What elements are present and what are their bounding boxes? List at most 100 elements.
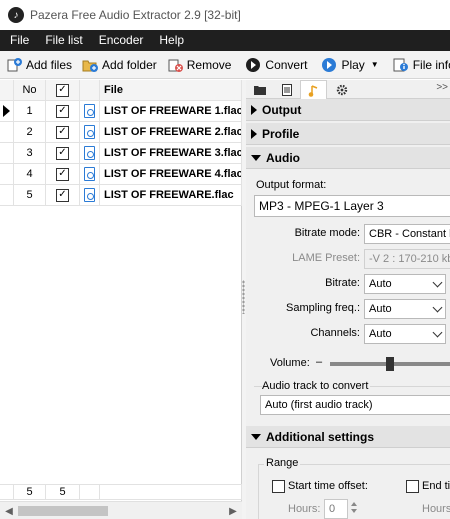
channels-select[interactable]: Auto	[364, 324, 446, 344]
settings-panel: >> Output Profile Audio Output format: M…	[246, 80, 450, 519]
table-row[interactable]: 4 ✓ LIST OF FREEWARE 4.flac	[0, 164, 242, 185]
tab-document[interactable]	[273, 80, 300, 99]
stepper-down-icon[interactable]	[351, 509, 357, 513]
lame-preset-select[interactable]: -V 2 : 170-210 kbi	[364, 249, 450, 269]
document-icon	[281, 83, 292, 96]
row-indicator	[0, 101, 14, 122]
audio-file-icon	[84, 167, 95, 181]
music-note-icon	[308, 84, 317, 97]
row-checkbox[interactable]: ✓	[56, 188, 69, 202]
bitrate-value: Auto	[369, 278, 392, 290]
scroll-right-icon[interactable]: ▶	[226, 504, 240, 518]
scrollbar-thumb[interactable]	[18, 506, 108, 516]
row-icon-cell	[80, 143, 100, 164]
file-info-button[interactable]: File info	[389, 53, 450, 77]
row-file-name: LIST OF FREEWARE 1.flac	[100, 101, 242, 122]
output-format-label: Output format:	[256, 179, 327, 191]
header-file[interactable]: File	[100, 80, 242, 101]
header-no[interactable]: No	[14, 80, 46, 101]
remove-label: Remove	[186, 57, 232, 72]
chevron-down-icon[interactable]: ▼	[371, 60, 379, 69]
convert-label: Convert	[265, 57, 308, 72]
menu-bar: File File list Encoder Help	[0, 30, 450, 51]
add-files-button[interactable]: Add files	[2, 53, 76, 77]
tab-audio[interactable]	[300, 80, 327, 100]
hours-label-end: Hours	[422, 503, 450, 515]
horizontal-scrollbar[interactable]: ◀ ▶	[0, 501, 242, 519]
audio-file-icon	[84, 146, 95, 160]
row-check-cell: ✓	[46, 164, 80, 185]
convert-button[interactable]: Convert	[241, 53, 311, 77]
row-file-name: LIST OF FREEWARE 3.flac	[100, 143, 242, 164]
hours-stepper[interactable]	[349, 499, 359, 519]
chevron-down-icon	[432, 327, 443, 338]
row-indicator	[0, 143, 14, 164]
remove-button[interactable]: Remove	[163, 53, 236, 77]
add-folder-icon	[82, 57, 99, 73]
table-row[interactable]: 2 ✓ LIST OF FREEWARE 2.flac	[0, 122, 242, 143]
start-offset-checkbox[interactable]	[272, 480, 285, 493]
row-no: 5	[14, 185, 46, 206]
table-row[interactable]: 1 ✓ LIST OF FREEWARE 1.flac	[0, 101, 242, 122]
volume-slider-thumb[interactable]	[386, 357, 394, 371]
tab-settings[interactable]	[328, 80, 355, 99]
file-info-icon	[393, 57, 409, 73]
section-audio-label: Audio	[266, 150, 300, 165]
audio-file-icon	[84, 125, 95, 139]
bitrate-select[interactable]: Auto	[364, 274, 446, 294]
end-time-label[interactable]: End ti	[422, 480, 450, 492]
row-checkbox[interactable]: ✓	[56, 104, 69, 118]
section-output[interactable]: Output	[246, 99, 450, 121]
end-time-checkbox[interactable]	[406, 480, 419, 493]
header-check-all[interactable]: ✓	[46, 80, 80, 101]
table-row[interactable]: 3 ✓ LIST OF FREEWARE 3.flac	[0, 143, 242, 164]
add-folder-button[interactable]: Add folder	[78, 53, 161, 77]
footer-icon-cell	[80, 484, 100, 500]
bitrate-mode-select[interactable]: CBR - Constant b	[364, 224, 450, 244]
footer-checked-count: 5	[46, 484, 80, 500]
section-audio[interactable]: Audio	[246, 147, 450, 169]
collapse-icon	[251, 433, 261, 440]
scroll-left-icon[interactable]: ◀	[2, 504, 16, 518]
start-offset-label[interactable]: Start time offset:	[288, 480, 368, 492]
file-info-label: File info	[412, 57, 450, 72]
folder-icon	[253, 85, 266, 95]
menu-encoder[interactable]: Encoder	[91, 30, 152, 51]
stepper-up-icon[interactable]	[351, 502, 357, 506]
section-additional-settings[interactable]: Additional settings	[246, 426, 450, 448]
audio-file-icon	[84, 104, 95, 118]
toolbar: Add files Add folder Remove Convert Play…	[0, 51, 450, 79]
tabs-more-icon[interactable]: >>	[436, 82, 448, 93]
row-file-name: LIST OF FREEWARE 4.flac	[100, 164, 242, 185]
row-checkbox[interactable]: ✓	[56, 125, 69, 139]
add-files-icon	[6, 57, 22, 73]
section-profile[interactable]: Profile	[246, 123, 450, 145]
sampling-freq-value: Auto	[369, 303, 392, 315]
menu-file-list[interactable]: File list	[37, 30, 90, 51]
volume-minus-icon: –	[316, 356, 323, 368]
app-music-icon: ♪	[8, 7, 24, 23]
output-format-select[interactable]: MP3 - MPEG-1 Layer 3	[254, 195, 450, 217]
tab-folder[interactable]	[246, 80, 273, 99]
row-file-name: LIST OF FREEWARE 2.flac	[100, 122, 242, 143]
audio-track-select[interactable]: Auto (first audio track)	[260, 395, 450, 415]
hours-input[interactable]: 0	[324, 499, 348, 519]
row-checkbox[interactable]: ✓	[56, 167, 69, 181]
check-all-checkbox[interactable]: ✓	[56, 83, 69, 97]
row-checkbox[interactable]: ✓	[56, 146, 69, 160]
row-icon-cell	[80, 122, 100, 143]
hours-label: Hours:	[288, 503, 321, 515]
row-indicator	[0, 122, 14, 143]
splitter-grip	[242, 280, 245, 314]
table-row[interactable]: 5 ✓ LIST OF FREEWARE.flac	[0, 185, 242, 206]
row-icon-cell	[80, 101, 100, 122]
footer-file-cell	[100, 484, 242, 500]
menu-help[interactable]: Help	[151, 30, 192, 51]
row-no: 3	[14, 143, 46, 164]
play-button[interactable]: Play ▼	[317, 53, 382, 77]
audio-track-label: Audio track to convert	[262, 380, 371, 392]
convert-icon	[245, 57, 261, 73]
sampling-freq-select[interactable]: Auto	[364, 299, 446, 319]
menu-file[interactable]: File	[0, 30, 37, 51]
audio-file-icon	[84, 188, 95, 202]
